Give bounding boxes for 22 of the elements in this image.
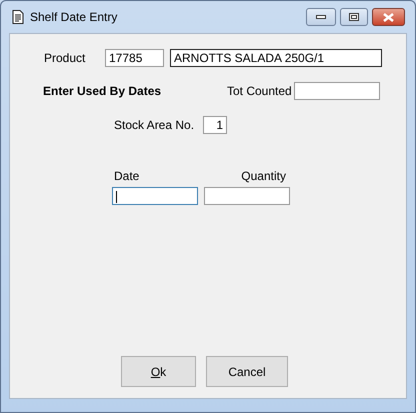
product-code-field[interactable]: 17785 (105, 49, 164, 67)
section-heading: Enter Used By Dates (43, 83, 162, 100)
maximize-button[interactable] (340, 8, 368, 26)
stock-area-label: Stock Area No. (114, 117, 196, 134)
close-icon (383, 12, 394, 22)
stock-area-field[interactable]: 1 (203, 116, 227, 134)
minimize-button[interactable] (306, 8, 336, 26)
date-field[interactable] (112, 187, 198, 205)
product-label: Product (44, 50, 86, 67)
maximize-icon (349, 13, 359, 21)
close-button[interactable] (372, 8, 405, 26)
tot-counted-field[interactable] (294, 82, 380, 100)
window-title: Shelf Date Entry (30, 9, 118, 26)
date-label: Date (114, 168, 140, 185)
document-icon (12, 10, 24, 24)
minimize-icon (316, 15, 326, 19)
cancel-button[interactable]: Cancel (206, 356, 288, 387)
tot-counted-label: Tot Counted (227, 83, 293, 100)
ok-button[interactable]: Ok (121, 356, 196, 387)
product-description-field[interactable]: ARNOTTS SALADA 250G/1 (170, 49, 382, 67)
quantity-label: Quantity (241, 168, 286, 185)
quantity-field[interactable] (204, 187, 290, 205)
